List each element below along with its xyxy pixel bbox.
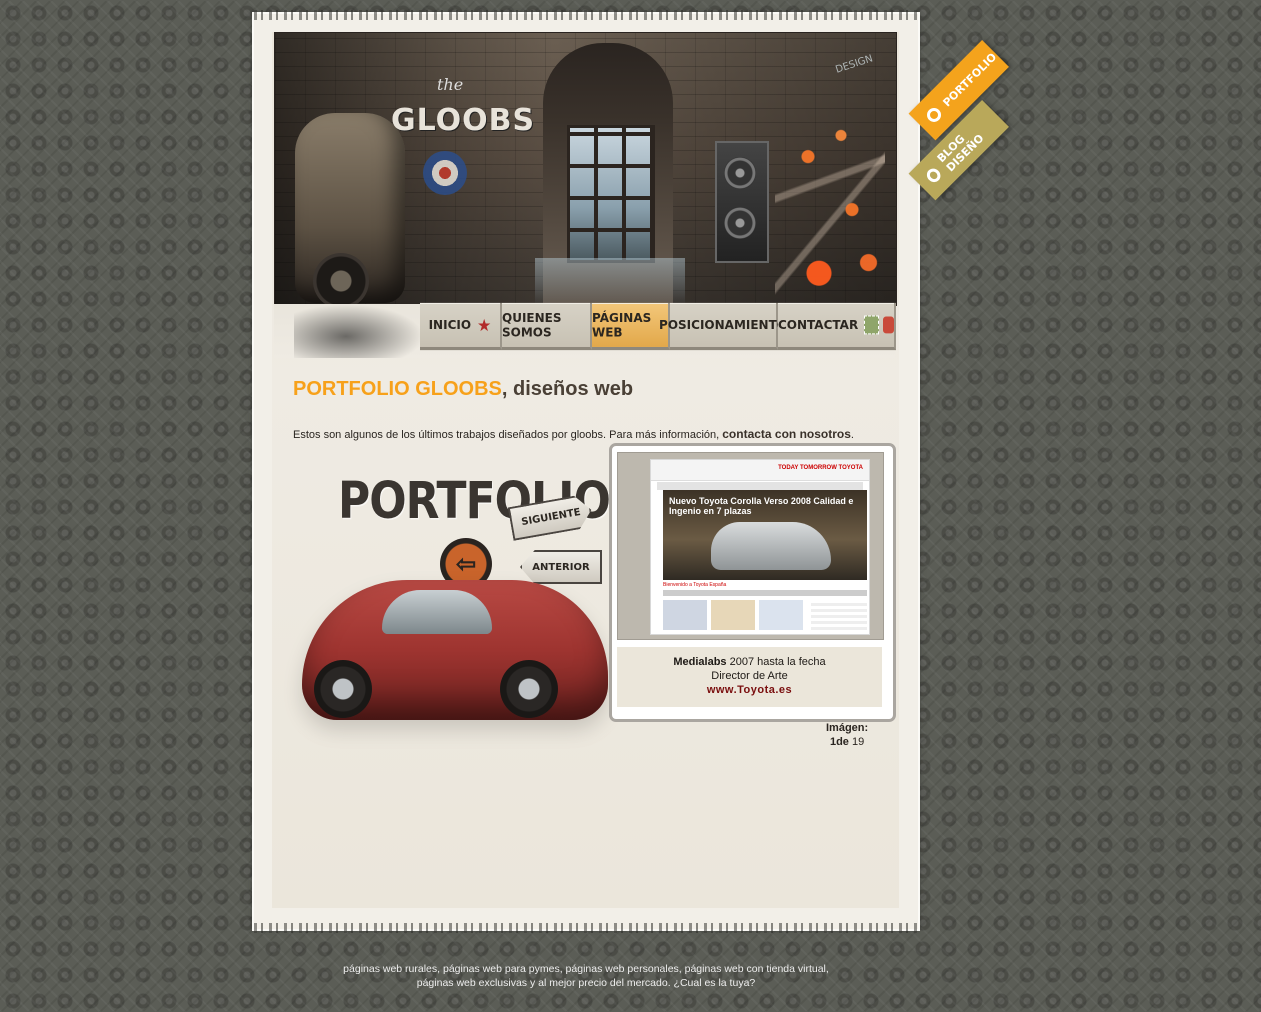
water-reflection [535,258,685,305]
project-info: Medialabs 2007 hasta la fecha Director d… [617,647,882,707]
counter-label: Imágen: [826,722,869,734]
portfolio-illustration: PORTFOLIO SIGUIENTE ANTERIOR ⇦ [294,446,611,728]
site-logo[interactable]: GLOOBS [391,103,535,138]
project-screenshot[interactable]: TODAY TOMORROW TOYOTA Nuevo Toyota Corol… [617,452,884,640]
contact-link[interactable]: contacta con nosotros [722,427,851,441]
nav-item-label: Páginas web [592,310,652,340]
mockup-car [711,522,831,570]
mockup-welcome: Bienvenido a Toyota España [663,582,727,588]
stamp-icon [864,315,879,335]
nav-item-posicionamiento[interactable]: Posicionamiento [659,302,787,351]
project-card: TODAY TOMORROW TOYOTA Nuevo Toyota Corol… [609,443,896,722]
footer-line-2: páginas web exclusivas y al mejor precio… [416,977,756,989]
header-banner: the GLOOBS DESIGN [274,32,897,306]
postmark-icon [882,316,894,334]
nav-item-label: Quienes somos [502,310,562,340]
mockup-header: TODAY TOMORROW TOYOTA [651,460,869,481]
speaker-icon [715,141,769,263]
page-title: PORTFOLIO GLOOBS, diseños web [293,378,633,401]
nav-item-label: Posicionamiento [659,317,787,333]
side-tab-label: Portfolio [940,50,999,109]
nav-item-inicio[interactable]: Inicio ★ [420,302,502,351]
paper-torn-edge-bottom [254,923,918,933]
intro-end: . [850,429,854,441]
project-company: Medialabs [673,656,727,668]
counter-value: 1de 19 [826,735,868,749]
footer-line-1: páginas web rurales, páginas web para py… [343,963,829,975]
nav-item-contactar[interactable]: Contactar [778,302,896,351]
logo-prefix: the [437,75,464,94]
project-period: 2007 hasta la fecha [726,656,826,668]
flower-illustration [775,93,885,305]
paper-torn-edge-top [254,10,918,20]
footer-text: páginas web rurales, páginas web para py… [254,962,918,990]
project-role: Director de Arte [711,670,788,682]
main-nav: Inicio ★ Quienes somos Páginas web Posici… [274,302,896,358]
page-title-rest: , diseños web [501,378,634,400]
mockup-hero-title: Nuevo Toyota Corolla Verso 2008 Calidad … [669,496,854,516]
warehouse-window [567,125,655,263]
mockup-thumbnails [663,600,803,630]
target-icon [423,151,467,195]
intro-paragraph: Estos son algunos de los últimos trabajo… [293,427,854,441]
counter-sep: de [836,736,849,748]
car-wheel [314,660,372,718]
page-title-highlight: PORTFOLIO GLOOBS [293,378,502,400]
mockup-hero: Nuevo Toyota Corolla Verso 2008 Calidad … [663,490,867,580]
scooter-wheel [313,253,369,305]
previous-button[interactable]: ANTERIOR [520,550,602,584]
project-url-link[interactable]: www.Toyota.es [617,683,882,697]
image-counter: Imágen: 1de 19 [826,721,868,749]
car-window [382,590,492,634]
car-wheel [500,660,558,718]
nav-item-quienes-somos[interactable]: Quienes somos [502,302,592,351]
mockup-bar [663,590,867,596]
nav-item-label: Inicio [428,317,472,333]
website-mockup: TODAY TOMORROW TOYOTA Nuevo Toyota Corol… [650,459,870,635]
mockup-sidebar [811,600,867,630]
nav-shadow [294,304,424,358]
intro-text: Estos son algunos de los últimos trabajo… [293,429,723,441]
mockup-tabs [657,482,863,490]
mockup-brand: TODAY TOMORROW TOYOTA [778,465,863,471]
circle-icon [924,165,944,185]
circle-icon [924,105,944,125]
star-icon: ★ [477,314,492,335]
nav-item-label: Contactar [778,317,859,333]
project-company-line: Medialabs 2007 hasta la fecha [617,655,882,669]
counter-total: 19 [851,736,865,748]
